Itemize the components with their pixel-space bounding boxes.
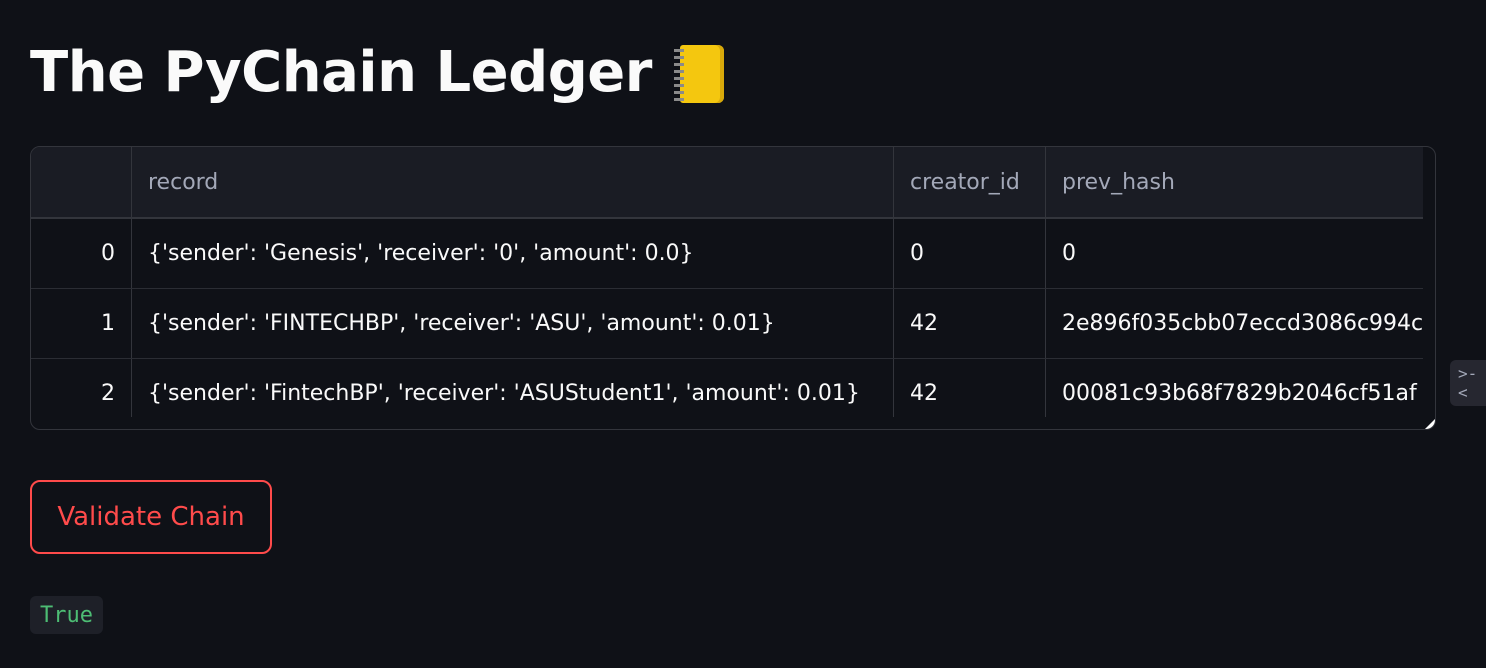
- notebook-spiral: [673, 49, 684, 101]
- header-creator-id[interactable]: creator_id: [894, 147, 1046, 217]
- table-header-row: record creator_id prev_hash: [31, 147, 1423, 219]
- record-cell[interactable]: {'sender': 'FintechBP', 'receiver': 'ASU…: [132, 359, 894, 417]
- page-title: The PyChain Ledger: [30, 30, 726, 116]
- header-record[interactable]: record: [132, 147, 894, 217]
- row-index: 0: [31, 219, 132, 288]
- prev-hash-cell[interactable]: 0: [1046, 219, 1423, 288]
- validation-result: True: [30, 596, 103, 634]
- prev-hash-cell[interactable]: 2e896f035cbb07eccd3086c994c: [1046, 289, 1423, 358]
- record-cell[interactable]: {'sender': 'FINTECHBP', 'receiver': 'ASU…: [132, 289, 894, 358]
- row-index: 1: [31, 289, 132, 358]
- prev-hash-cell[interactable]: 00081c93b68f7829b2046cf51af: [1046, 359, 1423, 417]
- ledger-dataframe[interactable]: record creator_id prev_hash 0 {'sender':…: [30, 146, 1436, 430]
- header-prev-hash[interactable]: prev_hash: [1046, 147, 1423, 217]
- row-index: 2: [31, 359, 132, 417]
- creator-id-cell[interactable]: 42: [894, 359, 1046, 417]
- creator-id-cell[interactable]: 42: [894, 289, 1046, 358]
- page-title-text: The PyChain Ledger: [30, 40, 652, 105]
- code-toggle-icon[interactable]: >-<: [1450, 360, 1486, 406]
- notebook-cover: [679, 45, 724, 103]
- table-row[interactable]: 0 {'sender': 'Genesis', 'receiver': '0',…: [31, 219, 1423, 289]
- ledger-grid[interactable]: record creator_id prev_hash 0 {'sender':…: [31, 147, 1423, 417]
- record-cell[interactable]: {'sender': 'Genesis', 'receiver': '0', '…: [132, 219, 894, 288]
- validate-chain-button[interactable]: Validate Chain: [30, 480, 272, 554]
- creator-id-cell[interactable]: 0: [894, 219, 1046, 288]
- app-page: The PyChain Ledger record creator_id pre…: [0, 0, 1486, 668]
- ledger-notebook-icon: [670, 41, 726, 105]
- header-index[interactable]: [31, 147, 132, 217]
- table-row[interactable]: 1 {'sender': 'FINTECHBP', 'receiver': 'A…: [31, 289, 1423, 359]
- resize-handle-icon[interactable]: [1425, 419, 1435, 429]
- table-row[interactable]: 2 {'sender': 'FintechBP', 'receiver': 'A…: [31, 359, 1423, 417]
